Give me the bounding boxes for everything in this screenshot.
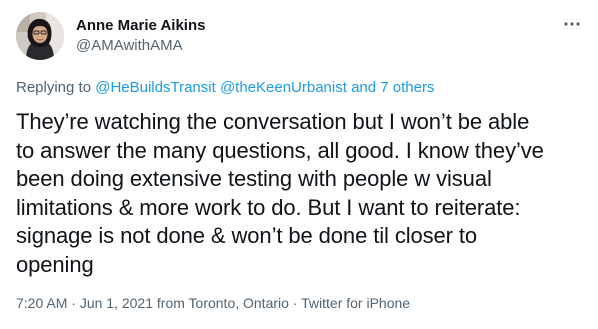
tweet-text-line: been doing extensive testing with people… [16,166,492,191]
tweet-text-line: signage is not done & won’t be done til … [16,223,478,248]
and-text[interactable]: and [351,79,376,96]
more-horizontal-icon [564,22,580,26]
avatar-photo [16,12,64,60]
mention-link[interactable]: @HeBuildsTransit [95,79,216,96]
tweet-text-line: limitations & more work to do. But I wan… [16,194,521,220]
avatar[interactable] [16,12,64,60]
mention-link[interactable]: @theKeenUrbanist [220,79,347,96]
tweet-text-line: They’re watching the conversation but I … [16,109,530,134]
more-options-button[interactable] [560,14,584,34]
user-handle[interactable]: @AMAwithAMA [76,36,205,56]
tweet-source[interactable]: Twitter for iPhone [301,295,410,311]
tweet-text: They’re watching the conversation but I … [16,108,588,279]
tweet-time[interactable]: 7:20 AM [16,295,67,311]
tweet-location[interactable]: Toronto, Ontario [189,295,289,311]
separator: · [292,295,298,311]
separator: · [71,295,76,311]
display-name[interactable]: Anne Marie Aikins [76,16,205,36]
tweet-text-line: opening [16,251,94,277]
replying-to-label: Replying to [16,79,92,96]
replying-to: Replying to @HeBuildsTransit @theKeenUrb… [16,78,434,98]
location-prefix: from [156,295,185,311]
tweet-text-line: to answer the many questions, all good. … [16,137,544,163]
tweet-card: Anne Marie Aikins @AMAwithAMA Replying t… [0,0,598,329]
others-link[interactable]: 7 others [380,79,434,96]
author-info: Anne Marie Aikins @AMAwithAMA [76,16,205,56]
tweet-metadata: 7:20 AM · Jun 1, 2021 from Toronto, Onta… [16,293,410,313]
tweet-date[interactable]: Jun 1, 2021 [80,295,153,311]
